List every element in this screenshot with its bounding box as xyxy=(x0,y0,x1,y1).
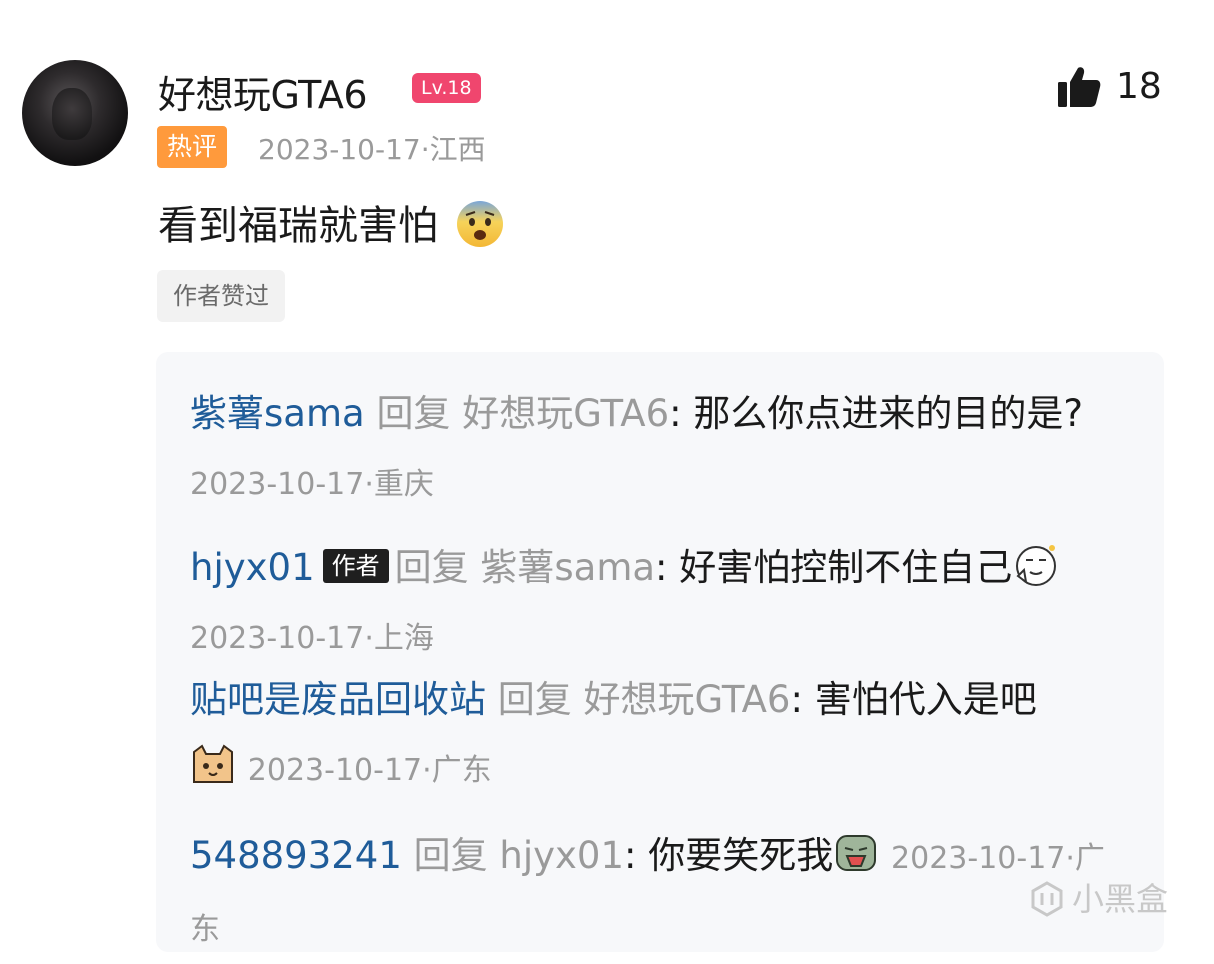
reply-verb: 回复 xyxy=(413,834,488,877)
reply-text: : 好害怕控制不住自己 xyxy=(655,546,1013,589)
reply-author[interactable]: 548893241 xyxy=(190,834,402,877)
reply-text: : 你要笑死我 xyxy=(624,834,834,877)
fearful-face-emoji xyxy=(456,201,503,247)
watermark: 小黑盒 xyxy=(1028,874,1168,920)
thinking-sticker xyxy=(1016,545,1057,586)
comment-username[interactable]: 好想玩GTA6 xyxy=(158,64,368,119)
laughing-sticker xyxy=(836,835,877,871)
reply-item[interactable]: 贴吧是废品回收站 回复 好想玩GTA6: 害怕代入是吧 2023-10-17·广… xyxy=(190,666,1120,805)
author-tag: 作者 xyxy=(322,549,389,583)
hot-comment-tag: 热评 xyxy=(157,126,228,168)
reply-verb: 回复 xyxy=(394,546,469,589)
reply-item[interactable]: 548893241 回复 hjyx01: 你要笑死我 2023-10-17·广东 xyxy=(190,822,1120,964)
reply-target[interactable]: 好想玩GTA6 xyxy=(462,392,669,435)
reply-author[interactable]: 紫薯sama xyxy=(190,392,365,435)
reply-meta: 2023-10-17·上海 xyxy=(190,621,434,656)
comment-meta: 2023-10-17·江西 xyxy=(258,133,486,166)
reply-item[interactable]: 紫薯sama 回复 好想玩GTA6: 那么你点进来的目的是? 2023-10-1… xyxy=(190,380,1120,519)
reply-author[interactable]: 贴吧是废品回收站 xyxy=(190,678,486,721)
like-count: 18 xyxy=(1116,66,1162,107)
level-badge: Lv.18 xyxy=(412,73,481,103)
reply-target[interactable]: 好想玩GTA6 xyxy=(584,678,791,721)
user-avatar[interactable] xyxy=(22,60,128,166)
watermark-text: 小黑盒 xyxy=(1072,880,1169,918)
reply-target[interactable]: hjyx01 xyxy=(499,834,624,877)
reply-verb: 回复 xyxy=(376,392,451,435)
reply-item[interactable]: hjyx01 作者 回复 紫薯sama: 好害怕控制不住自己 2023-10-17·… xyxy=(190,534,1120,673)
reply-text: : 那么你点进来的目的是? xyxy=(669,392,1084,435)
thumbs-up-icon[interactable] xyxy=(1056,64,1102,110)
reply-author[interactable]: hjyx01 xyxy=(190,546,315,589)
comment-content: 看到福瑞就害怕 xyxy=(158,193,505,251)
author-liked-badge: 作者赞过 xyxy=(157,270,285,322)
reply-text: : 害怕代入是吧 xyxy=(790,678,1037,721)
reply-target[interactable]: 紫薯sama xyxy=(480,546,655,589)
reply-meta: 2023-10-17·重庆 xyxy=(190,467,434,502)
heybox-logo-icon xyxy=(1031,881,1063,917)
comment-text: 看到福瑞就害怕 xyxy=(158,203,438,249)
cat-face-sticker xyxy=(193,744,233,783)
reply-verb: 回复 xyxy=(497,678,572,721)
reply-meta: 2023-10-17·广东 xyxy=(247,753,492,788)
